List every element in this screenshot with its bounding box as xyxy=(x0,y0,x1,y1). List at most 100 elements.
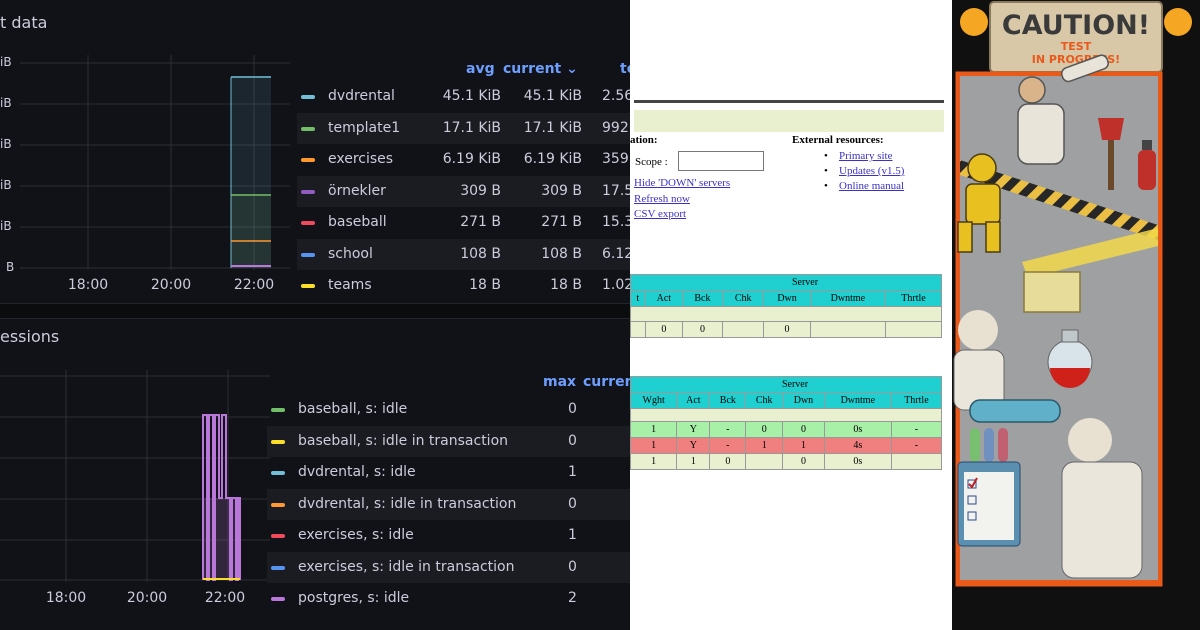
series-total: 15.3 xyxy=(602,214,630,230)
proxy-table-2: Server Wght Act Bck Chk Dwn Dwntme Thrtl… xyxy=(630,376,943,470)
test-crate xyxy=(1023,271,1081,313)
series-color-swatch xyxy=(271,534,285,538)
section-label: ation: xyxy=(630,134,658,146)
x-tick: 20:00 xyxy=(126,590,168,606)
series-area-template1 xyxy=(231,195,271,268)
series-avg: 18 B xyxy=(469,277,501,293)
series-current: 18 B xyxy=(550,277,582,293)
series-color-swatch xyxy=(271,408,285,412)
col-header: Thrtle xyxy=(890,392,943,409)
series-color-swatch xyxy=(301,95,315,99)
series-total: 992 xyxy=(602,119,629,136)
table-row-backend-total: 1 1 0 0 0s xyxy=(630,453,943,470)
x-tick: 18:00 xyxy=(67,277,109,293)
caution-sign-sub-1: TEST xyxy=(1061,40,1092,53)
table-row-server-up: 1 Y - 0 0 0s - xyxy=(630,421,943,438)
series-color-swatch xyxy=(301,284,315,288)
legend-row[interactable]: template1 17.1 KiB 17.1 KiB 992 xyxy=(297,112,630,144)
sessions-chart[interactable] xyxy=(0,370,270,585)
scope-label: Scope : xyxy=(635,156,668,168)
series-total: 17.5 xyxy=(602,182,630,199)
col-header: Chk xyxy=(745,392,784,409)
external-resources-title: External resources: xyxy=(792,134,884,146)
series-avg: 6.19 KiB xyxy=(442,151,501,167)
series-total: 1.02 xyxy=(602,277,630,293)
refresh-now-link[interactable]: Refresh now xyxy=(634,193,690,205)
col-header: Dwn xyxy=(763,290,811,307)
legend-row[interactable]: exercises, s: idle 1 xyxy=(267,520,630,552)
scope-input[interactable] xyxy=(678,151,764,171)
legend-row[interactable]: postgres, s: idle 2 xyxy=(267,583,630,615)
series-color-swatch xyxy=(271,597,285,601)
series-color-swatch xyxy=(301,221,315,225)
series-color-swatch xyxy=(301,158,315,162)
series-max: 0 xyxy=(568,432,577,449)
x-tick: 20:00 xyxy=(150,277,192,293)
series-color-swatch xyxy=(271,439,285,444)
series-current: 271 B xyxy=(541,214,582,230)
series-total: 6.12 xyxy=(602,245,630,262)
online-manual-link[interactable]: Online manual xyxy=(839,180,904,192)
col-header: Dwntme xyxy=(823,392,892,409)
panel-title-data-size[interactable]: t data xyxy=(0,13,47,32)
x-tick: 22:00 xyxy=(204,590,246,606)
series-max: 0 xyxy=(568,495,577,512)
series-name: template1 xyxy=(328,119,401,136)
x-tick: 22:00 xyxy=(233,277,275,293)
col-header: Wght xyxy=(630,392,678,409)
legend-row[interactable]: exercises, s: idle in transaction 0 xyxy=(267,551,630,583)
series-name: baseball, s: idle in transaction xyxy=(298,432,509,449)
col-header: Chk xyxy=(722,290,765,307)
series-name: baseball xyxy=(328,214,387,230)
updates-link[interactable]: Updates (v1.5) xyxy=(839,165,904,177)
legend-table-sessions: baseball, s: idle 0 baseball, s: idle in t… xyxy=(267,394,630,615)
table-group-header: Server xyxy=(630,376,942,393)
series-current: 17.1 KiB xyxy=(523,119,582,136)
legend-row[interactable]: dvdrental, s: idle in transaction 0 xyxy=(267,488,630,520)
legend-row[interactable]: örnekler 309 B 309 B 17.5 xyxy=(297,175,630,207)
legend-row[interactable]: baseball, s: idle 0 xyxy=(267,394,630,426)
col-header: Thrtle xyxy=(884,290,943,307)
lab-scene-illustration: CAUTION! TEST IN PROGRESS! xyxy=(952,0,1200,630)
series-current: 309 B xyxy=(541,182,582,199)
legend-row[interactable]: dvdrental 45.1 KiB 45.1 KiB 2.56 xyxy=(297,81,630,113)
series-total: 2.56 xyxy=(602,88,630,104)
series-name: dvdrental, s: idle in transaction xyxy=(298,495,517,512)
legend-row[interactable]: baseball, s: idle in transaction 0 xyxy=(267,425,630,457)
col-header: Dwntme xyxy=(809,290,886,307)
legend-header-current[interactable]: current ⌄ xyxy=(503,61,578,77)
panel-title-sessions[interactable]: essions xyxy=(0,327,59,346)
series-max: 1 xyxy=(568,464,577,480)
csv-export-link[interactable]: CSV export xyxy=(634,208,686,220)
series-total: 359 xyxy=(602,151,629,167)
legend-table-data-size: dvdrental 45.1 KiB 45.1 KiB 2.56 template1 17… xyxy=(297,81,630,302)
header-rule xyxy=(634,100,944,103)
legend-header-avg[interactable]: avg xyxy=(466,61,495,77)
legend-row[interactable]: dvdrental, s: idle 1 xyxy=(267,457,630,489)
series-color-swatch xyxy=(271,471,285,475)
series-color-swatch xyxy=(301,126,315,131)
series-name: dvdrental, s: idle xyxy=(298,464,416,480)
series-name: exercises xyxy=(328,151,394,167)
series-current: 6.19 KiB xyxy=(523,151,582,167)
col-header: Dwn xyxy=(782,392,825,409)
hide-down-servers-link[interactable]: Hide 'DOWN' servers xyxy=(634,177,730,189)
legend-row[interactable]: school 108 B 108 B 6.12 xyxy=(297,238,630,270)
primary-site-link[interactable]: Primary site xyxy=(839,150,892,162)
legend-header-current[interactable]: curren xyxy=(583,374,630,390)
grafana-dashboard: t data iB iB iB iB iB B 18:00 20:00 22:0… xyxy=(0,0,630,630)
legend-header-total[interactable]: to xyxy=(620,61,630,77)
table-row: 0 0 0 xyxy=(630,321,943,338)
legend-row[interactable]: teams 18 B 18 B 1.02 xyxy=(297,270,630,302)
legend-row[interactable]: baseball 271 B 271 B 15.3 xyxy=(297,207,630,239)
series-max: 0 xyxy=(568,401,577,417)
series-avg: 45.1 KiB xyxy=(442,88,501,104)
data-size-chart[interactable] xyxy=(0,55,290,275)
scientist-left xyxy=(953,310,1005,411)
legend-row[interactable]: exercises 6.19 KiB 6.19 KiB 359 xyxy=(297,144,630,176)
glass-coil xyxy=(969,399,1061,423)
warning-lamp-icon xyxy=(1164,8,1192,36)
series-name: teams xyxy=(328,277,372,293)
series-current: 45.1 KiB xyxy=(523,88,582,104)
legend-header-max[interactable]: max xyxy=(543,374,576,390)
